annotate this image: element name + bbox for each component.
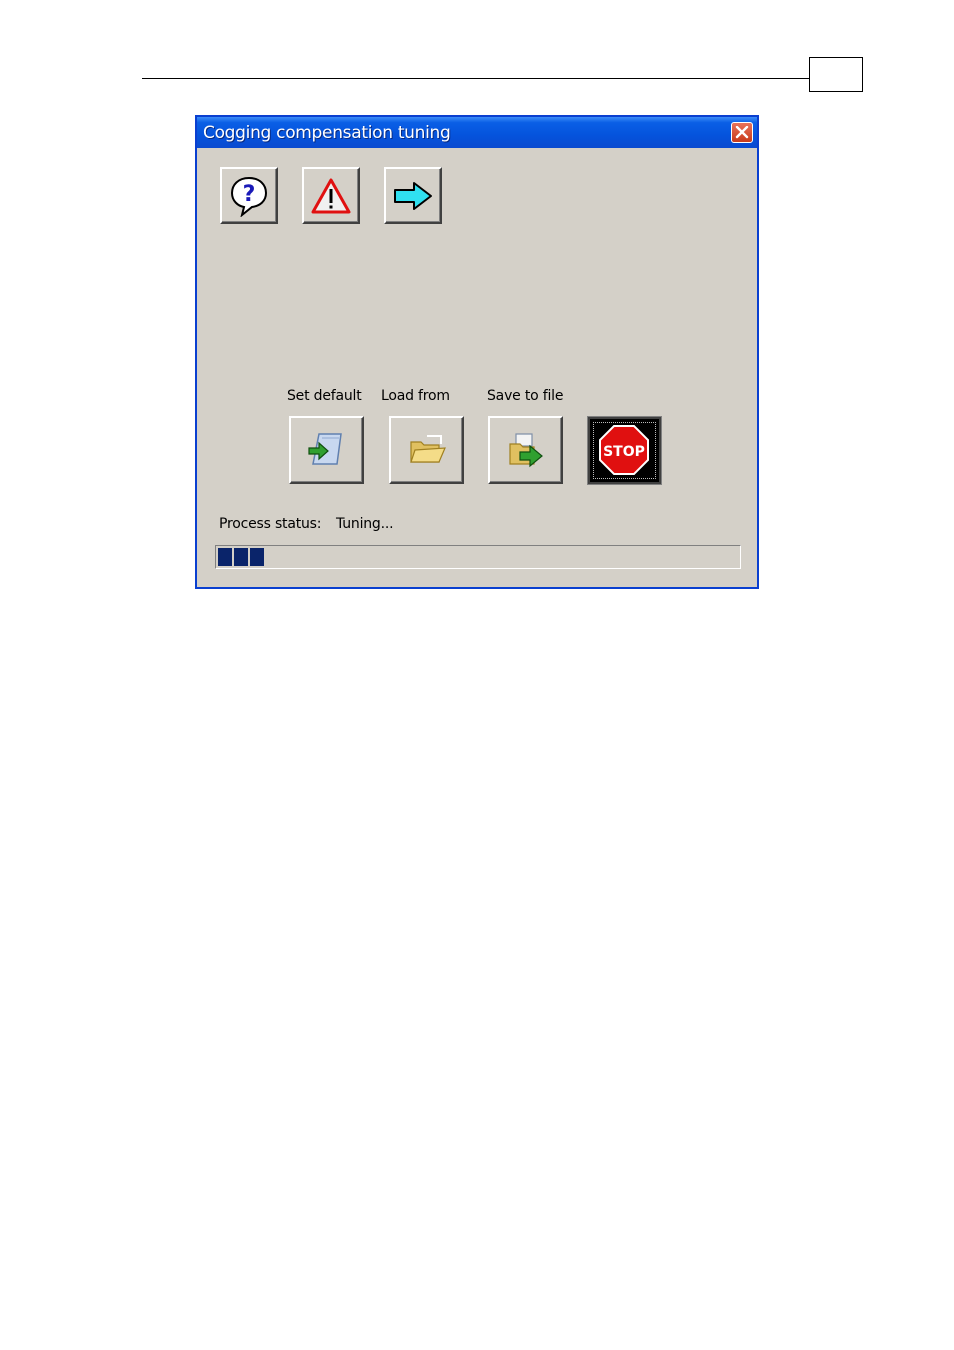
title-bar[interactable]: Cogging compensation tuning (197, 117, 757, 148)
page-header-rule (142, 78, 809, 79)
warning-button[interactable] (302, 167, 360, 224)
close-button[interactable] (731, 122, 753, 143)
document-arrow-icon (307, 433, 342, 465)
window-title: Cogging compensation tuning (203, 123, 451, 143)
process-status-value: Tuning... (336, 516, 394, 532)
load-from-label: Load from (381, 388, 450, 404)
load-from-button[interactable] (389, 416, 464, 484)
tuning-progress-bar (215, 545, 741, 569)
svg-text:?: ? (243, 182, 256, 207)
stop-button[interactable]: STOP (587, 416, 662, 485)
set-default-label: Set default (287, 388, 362, 404)
open-folder-icon (409, 435, 446, 463)
page-number-box (809, 57, 863, 92)
cogging-dialog: Cogging compensation tuning ? Set defaul… (195, 115, 759, 589)
save-to-file-button[interactable] (488, 416, 563, 484)
question-balloon-icon: ? (230, 176, 268, 217)
set-default-button[interactable] (289, 416, 364, 484)
warning-triangle-icon (311, 178, 351, 213)
next-button[interactable] (384, 167, 442, 224)
progress-block (234, 548, 248, 566)
process-status-label: Process status: (219, 516, 322, 532)
close-icon (735, 126, 749, 139)
svg-text:STOP: STOP (603, 444, 645, 460)
help-button[interactable]: ? (220, 167, 278, 224)
right-arrow-icon (394, 181, 432, 210)
progress-block (250, 548, 264, 566)
save-folder-arrow-icon (508, 433, 543, 468)
progress-block (218, 548, 232, 566)
stop-sign-icon: STOP (599, 425, 649, 475)
save-to-file-label: Save to file (487, 388, 564, 404)
